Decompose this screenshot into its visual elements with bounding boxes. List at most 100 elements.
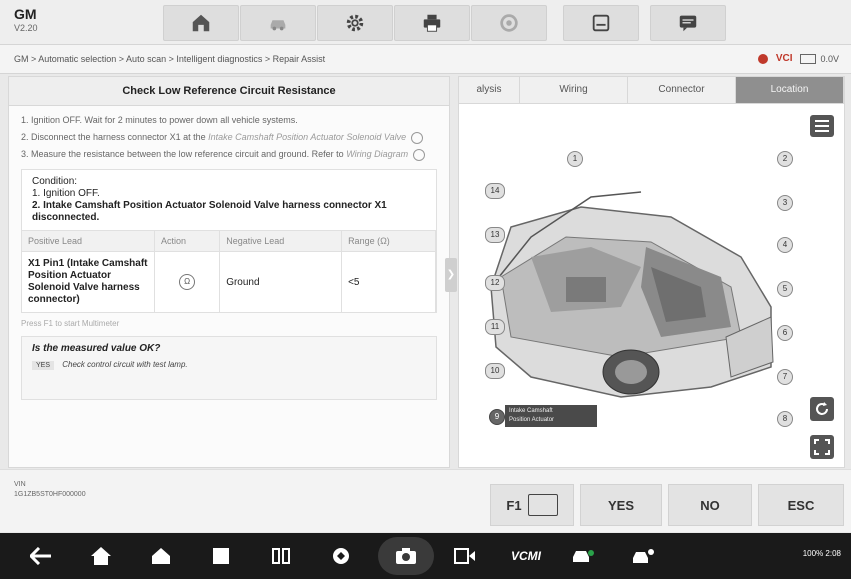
callout-6: 6 [777, 325, 793, 341]
home-button[interactable] [163, 5, 239, 41]
condition-1: 1. Ignition OFF. [32, 188, 100, 199]
ohm-icon[interactable]: Ω [179, 274, 196, 290]
house-icon [152, 548, 170, 564]
tab-location[interactable]: Location [736, 77, 844, 103]
message-button[interactable] [650, 5, 726, 41]
home-icon [192, 14, 210, 32]
chat-icon [679, 15, 697, 32]
vehicle-button[interactable] [240, 5, 316, 41]
brand: GM V2.20 [14, 6, 94, 34]
help-icon [500, 14, 518, 32]
step-1-text: 1. Ignition OFF. Wait for 2 minutes to p… [21, 115, 298, 125]
table-row: X1 Pin1 (Intake Camshaft Position Actuat… [22, 251, 436, 312]
multimeter-hint: Press F1 to start Multimeter [21, 319, 120, 328]
measurement-table: Positive Lead Action Negative Lead Range… [22, 230, 436, 312]
f1-label: F1 [506, 497, 522, 513]
remote-support-button[interactable] [630, 543, 656, 569]
header-negative-lead: Negative Lead [219, 230, 343, 252]
globe-icon [333, 548, 349, 564]
function-bar: VIN 1G1ZB5ST0HF000000 F1 YES NO ESC [0, 469, 851, 532]
component-link[interactable]: Intake Camshaft Position Actuator Soleno… [208, 132, 406, 142]
procedure-panel: Check Low Reference Circuit Resistance 1… [8, 76, 450, 468]
screen-record-button[interactable] [452, 543, 478, 569]
car-connect-icon [573, 550, 594, 562]
system-status: 100% 2:08 [802, 549, 841, 558]
square-icon [213, 548, 229, 564]
callout-3: 3 [777, 195, 793, 211]
breadcrumb-bar: GM > Automatic selection > Auto scan > I… [0, 45, 851, 74]
header-action: Action [154, 230, 221, 252]
step-2: 2. Disconnect the harness connector X1 a… [21, 131, 437, 144]
component-tooltip-line-2: Position Actuator [509, 417, 555, 423]
screenshot-button[interactable] [378, 537, 434, 575]
condition-2: 2. Intake Camshaft Position Actuator Sol… [32, 200, 387, 223]
table-header-row: Positive Lead Action Negative Lead Range… [22, 230, 436, 252]
callout-8: 8 [777, 411, 793, 427]
step-3: 3. Measure the resistance between the lo… [21, 148, 437, 161]
settings-button[interactable] [317, 5, 393, 41]
vin-display: VIN 1G1ZB5ST0HF000000 [14, 480, 86, 500]
yes-button[interactable]: YES [580, 484, 662, 526]
component-tooltip-line-1: Intake Camshaft [509, 408, 553, 414]
recents-button[interactable] [208, 543, 234, 569]
vci-label: VCI [775, 53, 793, 64]
question-box: Is the measured value OK? YES Check cont… [21, 336, 437, 400]
fullscreen-button[interactable] [810, 435, 834, 459]
answer-tag: YES [32, 361, 55, 370]
refresh-button[interactable] [810, 397, 834, 421]
diagram-panel: alysis Wiring Connector Location 1 2 3 4… [458, 76, 845, 468]
header-positive-lead: Positive Lead [22, 230, 155, 252]
split-screen-button[interactable] [268, 543, 294, 569]
callout-12: 12 [485, 275, 505, 291]
no-button[interactable]: NO [668, 484, 752, 526]
condition-label: Condition: [32, 176, 78, 187]
link-icon[interactable] [412, 148, 425, 161]
list-icon [815, 120, 829, 132]
save-button[interactable] [563, 5, 639, 41]
panel-collapse-handle[interactable]: ❯ [445, 258, 457, 292]
brand-name: GM [14, 6, 37, 22]
vin-label: VIN [14, 481, 26, 488]
menu-button[interactable] [810, 115, 834, 137]
system-navbar: VCMI 100% 2:08 [0, 533, 851, 579]
app-home-button[interactable] [148, 543, 174, 569]
step-2-text: 2. Disconnect the harness connector X1 a… [21, 132, 206, 142]
connection-status: VCI 0.0V [757, 45, 839, 73]
procedure-steps: 1. Ignition OFF. Wait for 2 minutes to p… [9, 106, 449, 161]
f1-button[interactable]: F1 [490, 484, 574, 526]
breadcrumb: GM > Automatic selection > Auto scan > I… [14, 54, 326, 64]
tab-analysis[interactable]: alysis [459, 77, 520, 103]
action-cell: Ω [154, 251, 221, 312]
vin-value: 1G1ZB5ST0HF000000 [14, 491, 86, 498]
camera-icon [396, 548, 416, 564]
link-icon[interactable] [410, 131, 423, 144]
car-user-icon [633, 549, 654, 563]
tab-connector[interactable]: Connector [628, 77, 736, 103]
gear-icon [346, 14, 364, 32]
component-tooltip: Intake Camshaft Position Actuator [505, 405, 597, 427]
step-3-text: 3. Measure the resistance between the lo… [21, 149, 344, 159]
callout-4: 4 [777, 237, 793, 253]
launcher-home-button[interactable] [88, 543, 114, 569]
print-button[interactable] [394, 5, 470, 41]
browser-button[interactable] [328, 543, 354, 569]
diagram-tabs: alysis Wiring Connector Location [459, 77, 844, 104]
back-button[interactable] [28, 543, 54, 569]
multimeter-icon [527, 494, 558, 516]
help-button[interactable] [471, 5, 547, 41]
tab-wiring[interactable]: Wiring [520, 77, 628, 103]
vehicle-connect-button[interactable] [570, 543, 596, 569]
voltage-value: 0.0V [820, 54, 839, 64]
answer-text: Check control circuit with test lamp. [62, 360, 188, 369]
video-icon [454, 548, 475, 564]
wiring-diagram-link[interactable]: Wiring Diagram [346, 149, 408, 159]
callout-10: 10 [485, 363, 505, 379]
car-illustration [490, 191, 774, 398]
question-text: Is the measured value OK? [32, 343, 161, 354]
esc-button[interactable]: ESC [758, 484, 844, 526]
brand-version: V2.20 [14, 23, 38, 33]
callout-2: 2 [777, 151, 793, 167]
vci-connection-icon [757, 54, 768, 64]
top-toolbar: GM V2.20 [0, 0, 851, 45]
vcmi-button[interactable]: VCMI [506, 543, 546, 569]
